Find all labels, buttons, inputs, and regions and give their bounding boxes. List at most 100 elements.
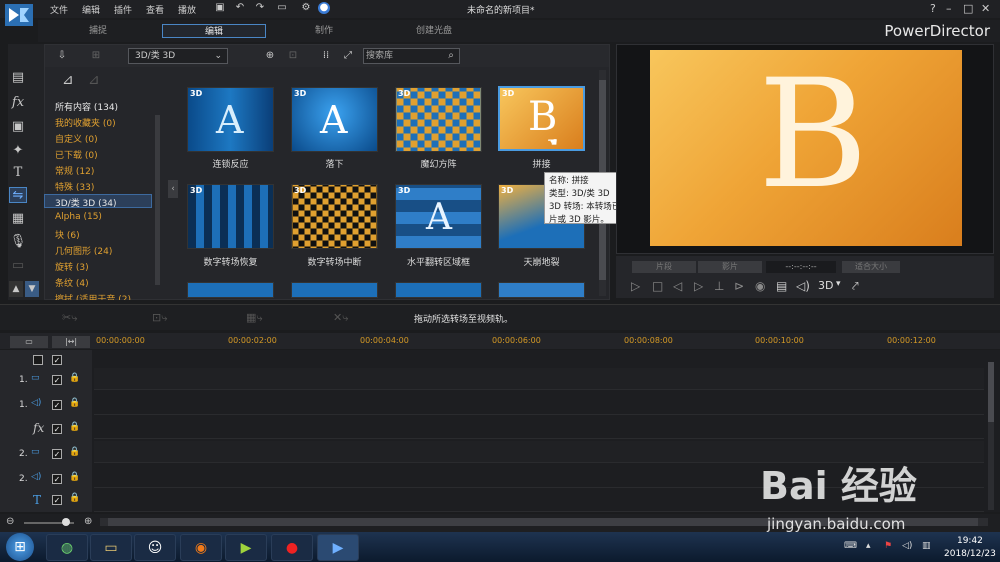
transition-thumb[interactable] [291, 282, 378, 298]
lock-icon[interactable]: 🔒 [69, 472, 80, 482]
track-enable-checkbox[interactable]: ✓ [52, 474, 62, 484]
tray-network-icon[interactable]: ▥ [922, 541, 931, 551]
effect-track[interactable] [94, 417, 984, 439]
tab-capture[interactable]: 捕捉 [62, 24, 134, 38]
undo-icon[interactable]: ↶ [234, 2, 246, 14]
play-icon[interactable]: ▷ [631, 279, 640, 293]
category-select[interactable]: 3D/类 3D ⌄ [128, 48, 228, 64]
select-all-checkbox[interactable] [33, 355, 43, 365]
category-item[interactable]: 旋转 (3) [55, 260, 89, 273]
category-item[interactable]: 常规 (12) [55, 164, 94, 177]
audio-mix-room-icon[interactable]: ▦ [9, 211, 27, 227]
search-icon[interactable]: ⌕ [445, 50, 457, 62]
zoom-slider-handle[interactable] [62, 518, 70, 526]
category-item[interactable]: 条纹 (4) [55, 276, 89, 289]
pip-room-icon[interactable]: ▣ [9, 119, 27, 135]
maximize-icon[interactable]: □ [963, 2, 973, 15]
aspect-ratio-icon[interactable]: ▭ [274, 2, 290, 14]
zoom-out-icon[interactable]: ⊖ [6, 516, 14, 527]
redo-icon[interactable]: ↷ [254, 2, 266, 14]
category-item[interactable]: Alpha (15) [55, 212, 102, 222]
next-frame-icon[interactable]: ▷ [694, 279, 703, 293]
menu-play[interactable]: 播放 [178, 3, 196, 16]
tool-icon[interactable]: ✕⤷ [333, 311, 348, 325]
category-scrollbar[interactable] [155, 115, 160, 285]
tool-icon[interactable]: ⊡⤷ [152, 311, 167, 325]
settings-gear-icon[interactable]: ⚙ [300, 2, 312, 14]
tool-icon[interactable]: ▦⤷ [246, 311, 263, 325]
voiceover-room-icon[interactable]: 🎙 [9, 234, 27, 250]
help-icon[interactable]: ? [930, 2, 936, 15]
tray-volume-icon[interactable]: ◁) [902, 541, 912, 551]
tab-produce[interactable]: 制作 [288, 24, 360, 38]
fit-timeline-icon[interactable]: |↔| [52, 336, 90, 348]
lock-icon[interactable]: 🔒 [69, 373, 80, 383]
transition-thumb-digital-break[interactable]: 3D [291, 184, 378, 249]
track-enable-checkbox[interactable]: ✓ [52, 424, 62, 434]
lock-icon[interactable]: 🔒 [69, 493, 80, 503]
account-icon[interactable]: ● [318, 2, 330, 14]
tray-security-icon[interactable]: ⚑ [884, 541, 892, 551]
snapshot-icon[interactable]: ◉ [755, 279, 765, 293]
previous-frame-icon[interactable]: ◁ [673, 279, 682, 293]
start-button-icon[interactable]: ⊞ [6, 533, 34, 561]
track-enable-checkbox[interactable]: ✓ [52, 449, 62, 459]
chevron-down-icon[interactable]: ▾ [836, 279, 841, 289]
zoom-in-icon[interactable]: ⊕ [84, 516, 92, 527]
lock-icon[interactable]: 🔒 [69, 447, 80, 457]
category-item[interactable]: 块 (6) [55, 228, 80, 241]
effects-room-icon[interactable]: fx [9, 95, 27, 111]
transition-thumb-horizontal-flip[interactable]: 3D A [395, 184, 482, 249]
minimize-icon[interactable]: – [946, 2, 952, 15]
marker-icon[interactable]: ⊥ [714, 279, 724, 293]
transition-thumb-magic-cube[interactable]: 3D [395, 87, 482, 152]
clip-mode-button[interactable]: 片段 [632, 261, 696, 273]
tray-expand-icon[interactable]: ▴ [866, 541, 871, 551]
scroll-down-icon[interactable]: ▼ [25, 281, 39, 297]
title-room-icon[interactable]: T [9, 165, 27, 181]
import-icon[interactable]: ⇩ [56, 50, 68, 62]
tray-keyboard-icon[interactable]: ⌨ [844, 541, 857, 551]
audio-track-1[interactable] [94, 393, 984, 415]
menu-view[interactable]: 查看 [146, 3, 164, 16]
transition-thumb-digital-restore[interactable]: 3D [187, 184, 274, 249]
movie-mode-button[interactable]: 影片 [698, 261, 762, 273]
system-clock[interactable]: 19:42 2018/12/23 [944, 535, 996, 561]
taskbar-qq-icon[interactable]: ☺ [134, 534, 176, 561]
category-item[interactable]: 几何图形 (24) [55, 244, 112, 257]
lock-icon[interactable]: 🔒 [69, 422, 80, 432]
taskbar-browser-icon[interactable]: ◍ [46, 534, 88, 561]
track-enable-checkbox[interactable]: ✓ [52, 375, 62, 385]
category-item[interactable]: 所有内容 (134) [55, 100, 118, 113]
fullscreen-icon[interactable]: ⤢ [342, 50, 354, 62]
transition-thumb-drop[interactable]: 3D A [291, 87, 378, 152]
particle-room-icon[interactable]: ✦ [9, 143, 27, 159]
grid-view-icon[interactable]: ⁞⁞ [320, 50, 332, 62]
chapter-room-icon[interactable]: ▭ [9, 258, 27, 274]
category-item[interactable]: 我的收藏夹 (0) [55, 116, 116, 129]
category-item-selected[interactable]: 3D/类 3D (34) [55, 196, 117, 209]
menu-edit[interactable]: 编辑 [82, 3, 100, 16]
tool-icon[interactable]: ✂⤷ [62, 311, 77, 325]
remove-favorite-icon[interactable]: ⊿ [88, 72, 100, 88]
lock-icon[interactable]: 🔒 [69, 398, 80, 408]
taskbar-firefox-icon[interactable]: ◉ [180, 534, 222, 561]
menu-plugins[interactable]: 插件 [114, 3, 132, 16]
category-item[interactable]: 特殊 (33) [55, 180, 94, 193]
menu-file[interactable]: 文件 [50, 3, 68, 16]
transition-thumb-chain[interactable]: 3D A [187, 87, 274, 152]
volume-icon[interactable]: ◁) [796, 279, 810, 293]
timeline-vscrollbar[interactable] [988, 362, 994, 510]
taskbar-app-icon[interactable]: ▶ [225, 534, 267, 561]
category-item[interactable]: 已下载 (0) [55, 148, 98, 161]
transition-thumb[interactable] [395, 282, 482, 298]
transition-room-icon[interactable]: ⇋ [9, 187, 27, 203]
add-to-timeline-icon[interactable]: ⊕ [264, 50, 276, 62]
enable-all-checkbox[interactable]: ✓ [52, 355, 62, 365]
scroll-up-icon[interactable]: ▲ [9, 281, 23, 297]
taskbar-powerdirector-icon[interactable]: ▶ [317, 534, 359, 561]
tab-create-disc[interactable]: 创建光盘 [398, 24, 470, 38]
undock-icon[interactable]: ⤤ [852, 279, 859, 294]
fast-forward-icon[interactable]: ⊳ [734, 279, 744, 293]
collapse-panel-icon[interactable]: ‹ [168, 180, 178, 198]
